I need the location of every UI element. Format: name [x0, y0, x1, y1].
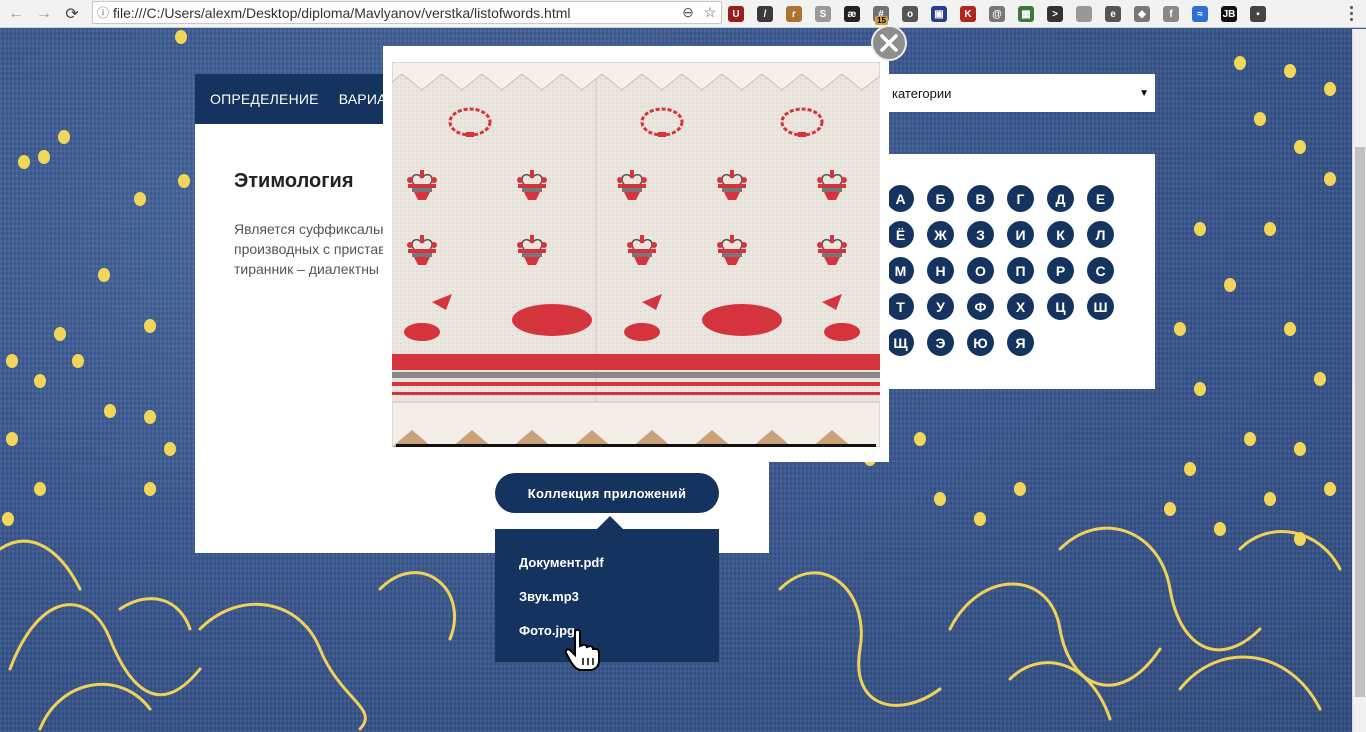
reel-icon[interactable]: o: [902, 6, 918, 22]
ublock-icon[interactable]: U: [728, 6, 744, 22]
alphabet-letter[interactable]: Ш: [1087, 293, 1114, 320]
alphabet-letter[interactable]: Д: [1047, 185, 1074, 212]
scrollbar-thumb[interactable]: [1355, 147, 1365, 697]
attachments-collection-button[interactable]: Коллекция приложений: [495, 473, 719, 513]
alphabet-letter[interactable]: М: [887, 257, 914, 284]
alphabet-letter[interactable]: О: [967, 257, 994, 284]
terminal-icon[interactable]: >: [1047, 6, 1063, 22]
category-select-value: категории: [892, 85, 952, 101]
sync-icon[interactable]: ≈: [1192, 6, 1208, 22]
tab-definition[interactable]: Определение: [210, 91, 319, 107]
etymology-text: Является суффиксальн производных с прист…: [234, 219, 394, 279]
alphabet-letters: АБВГДЕ ЁЖЗИКЛ МНОПРС ТУФХЦШ ЩЭЮЯ: [887, 185, 1137, 365]
attachments-dropdown: Документ.pdf Звук.mp3 Фото.jpg: [495, 516, 719, 662]
grid-icon[interactable]: #15: [873, 6, 889, 25]
browser-menu-icon[interactable]: [1344, 4, 1358, 22]
lightbox-close-button[interactable]: [871, 25, 907, 61]
attachment-mp3-link[interactable]: Звук.mp3: [519, 589, 579, 604]
k-icon[interactable]: K: [960, 6, 976, 22]
hand-pointer-icon: [564, 628, 600, 671]
eyedropper-icon[interactable]: /: [757, 6, 773, 22]
back-icon[interactable]: ←: [4, 2, 28, 26]
alphabet-letter[interactable]: Н: [927, 257, 954, 284]
alphabet-letter[interactable]: П: [1007, 257, 1034, 284]
alphabet-letter[interactable]: К: [1047, 221, 1074, 248]
alphabet-letter[interactable]: Г: [1007, 185, 1034, 212]
text-line: тиранник – диалектны: [234, 261, 379, 277]
alphabet-letter[interactable]: Т: [887, 293, 914, 320]
dropdown-arrow-icon: ▼: [1139, 87, 1149, 99]
section-title: Этимология: [234, 170, 354, 192]
gradient-icon[interactable]: [1076, 6, 1092, 22]
alphabet-letter[interactable]: Е: [1087, 185, 1114, 212]
font-icon[interactable]: f: [1163, 6, 1179, 22]
close-icon: [880, 34, 898, 52]
ae-icon[interactable]: æ: [844, 6, 860, 22]
alphabet-letter[interactable]: Л: [1087, 221, 1114, 248]
category-select[interactable]: категории ▼: [880, 74, 1155, 112]
alphabet-letter[interactable]: З: [967, 221, 994, 248]
extension-badge: 15: [875, 16, 888, 25]
diamond-icon[interactable]: ◆: [1134, 6, 1150, 22]
text-line: Является суффиксальн: [234, 221, 388, 237]
shield-icon[interactable]: S: [815, 6, 831, 22]
address-bar[interactable]: ⓘ file:///C:/Users/alexm/Desktop/diploma…: [92, 1, 722, 24]
alphabet-letter[interactable]: У: [927, 293, 954, 320]
alphabet-letter[interactable]: Х: [1007, 293, 1034, 320]
attachment-pdf-link[interactable]: Документ.pdf: [519, 555, 604, 570]
alphabet-letter[interactable]: Я: [1007, 329, 1034, 356]
browser-toolbar: ← → ⟳ ⓘ file:///C:/Users/alexm/Desktop/d…: [0, 0, 1366, 28]
page-scrollbar[interactable]: [1352, 29, 1366, 732]
bookmark-star-icon[interactable]: ☆: [699, 4, 721, 21]
alphabet-letter[interactable]: Р: [1047, 257, 1074, 284]
lightbox-photo: [392, 62, 880, 447]
swirl-icon[interactable]: @: [989, 6, 1005, 22]
forward-icon[interactable]: →: [32, 2, 56, 26]
zoom-icon[interactable]: ⊖: [677, 4, 699, 21]
screenshot-icon[interactable]: ▣: [931, 6, 947, 22]
address-url: file:///C:/Users/alexm/Desktop/diploma/M…: [113, 4, 571, 21]
alphabet-letter[interactable]: Ц: [1047, 293, 1074, 320]
box-icon[interactable]: ▪: [1250, 6, 1266, 22]
alphabet-letter[interactable]: Ю: [967, 329, 994, 356]
alphabet-letter[interactable]: И: [1007, 221, 1034, 248]
embroidered-towel-image: [392, 62, 880, 447]
ruler-icon[interactable]: r: [786, 6, 802, 22]
alphabet-letter[interactable]: А: [887, 185, 914, 212]
reload-icon[interactable]: ⟳: [60, 2, 84, 26]
alphabet-letter[interactable]: Щ: [887, 329, 914, 356]
alphabet-letter[interactable]: Э: [927, 329, 954, 356]
alphabet-letter[interactable]: Ё: [887, 221, 914, 248]
alphabet-letter[interactable]: С: [1087, 257, 1114, 284]
alphabet-letter[interactable]: В: [967, 185, 994, 212]
alphabet-letter[interactable]: Ф: [967, 293, 994, 320]
jb-icon[interactable]: JB: [1221, 6, 1237, 22]
alphabet-letter[interactable]: Б: [927, 185, 954, 212]
color-icon[interactable]: ▦: [1018, 6, 1034, 22]
extensions-bar: U / r Sæ #15 o ▣ K @ ▦ > e ◆ f ≈ JB ▪: [728, 3, 1279, 25]
alphabet-letter[interactable]: Ж: [927, 221, 954, 248]
text-line: производных с пристав: [234, 241, 386, 257]
evernote-icon[interactable]: e: [1105, 6, 1121, 22]
info-icon[interactable]: ⓘ: [93, 4, 113, 21]
